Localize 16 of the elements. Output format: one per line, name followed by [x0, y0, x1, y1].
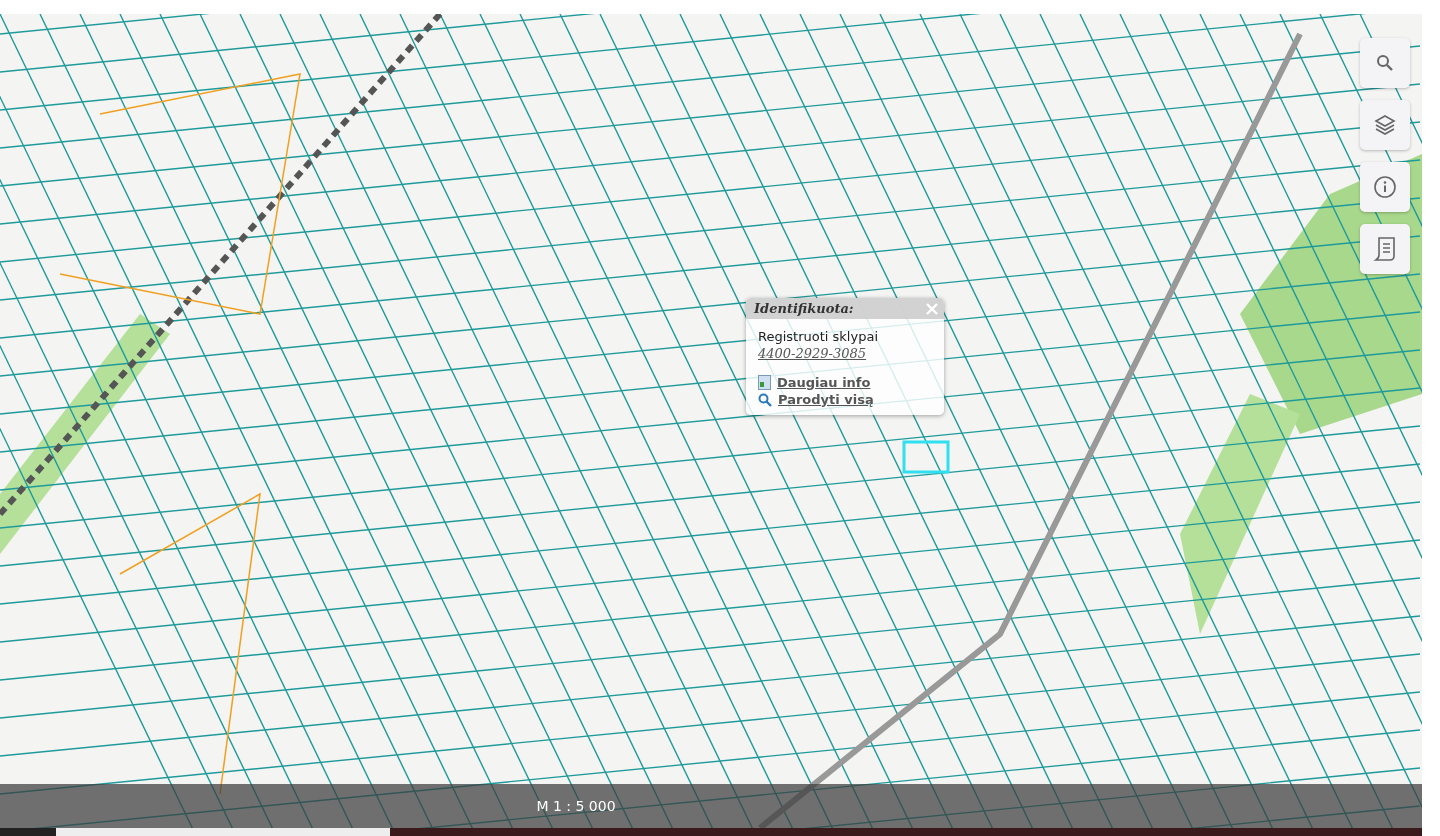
layers-button[interactable]: [1360, 100, 1410, 150]
map-scale: M 1 : 5 000: [536, 798, 616, 814]
parcel-id-link[interactable]: 4400-2929-3085: [758, 346, 934, 361]
legend-button[interactable]: [1360, 224, 1410, 274]
layer-name: Registruoti sklypai: [758, 329, 879, 344]
popup-link[interactable]: Parodyti visą: [778, 392, 874, 407]
info-icon: [1373, 175, 1397, 199]
scroll-icon: [1373, 236, 1397, 262]
search-button[interactable]: [1360, 38, 1410, 88]
info-button[interactable]: [1360, 162, 1410, 212]
document-icon: [758, 375, 771, 390]
search-icon: [758, 392, 772, 407]
layers-icon: [1374, 114, 1396, 136]
search-icon: [1376, 54, 1394, 72]
popup-link[interactable]: Daugiau info: [777, 375, 871, 390]
popup-title: Identifikuota:: [754, 301, 854, 316]
